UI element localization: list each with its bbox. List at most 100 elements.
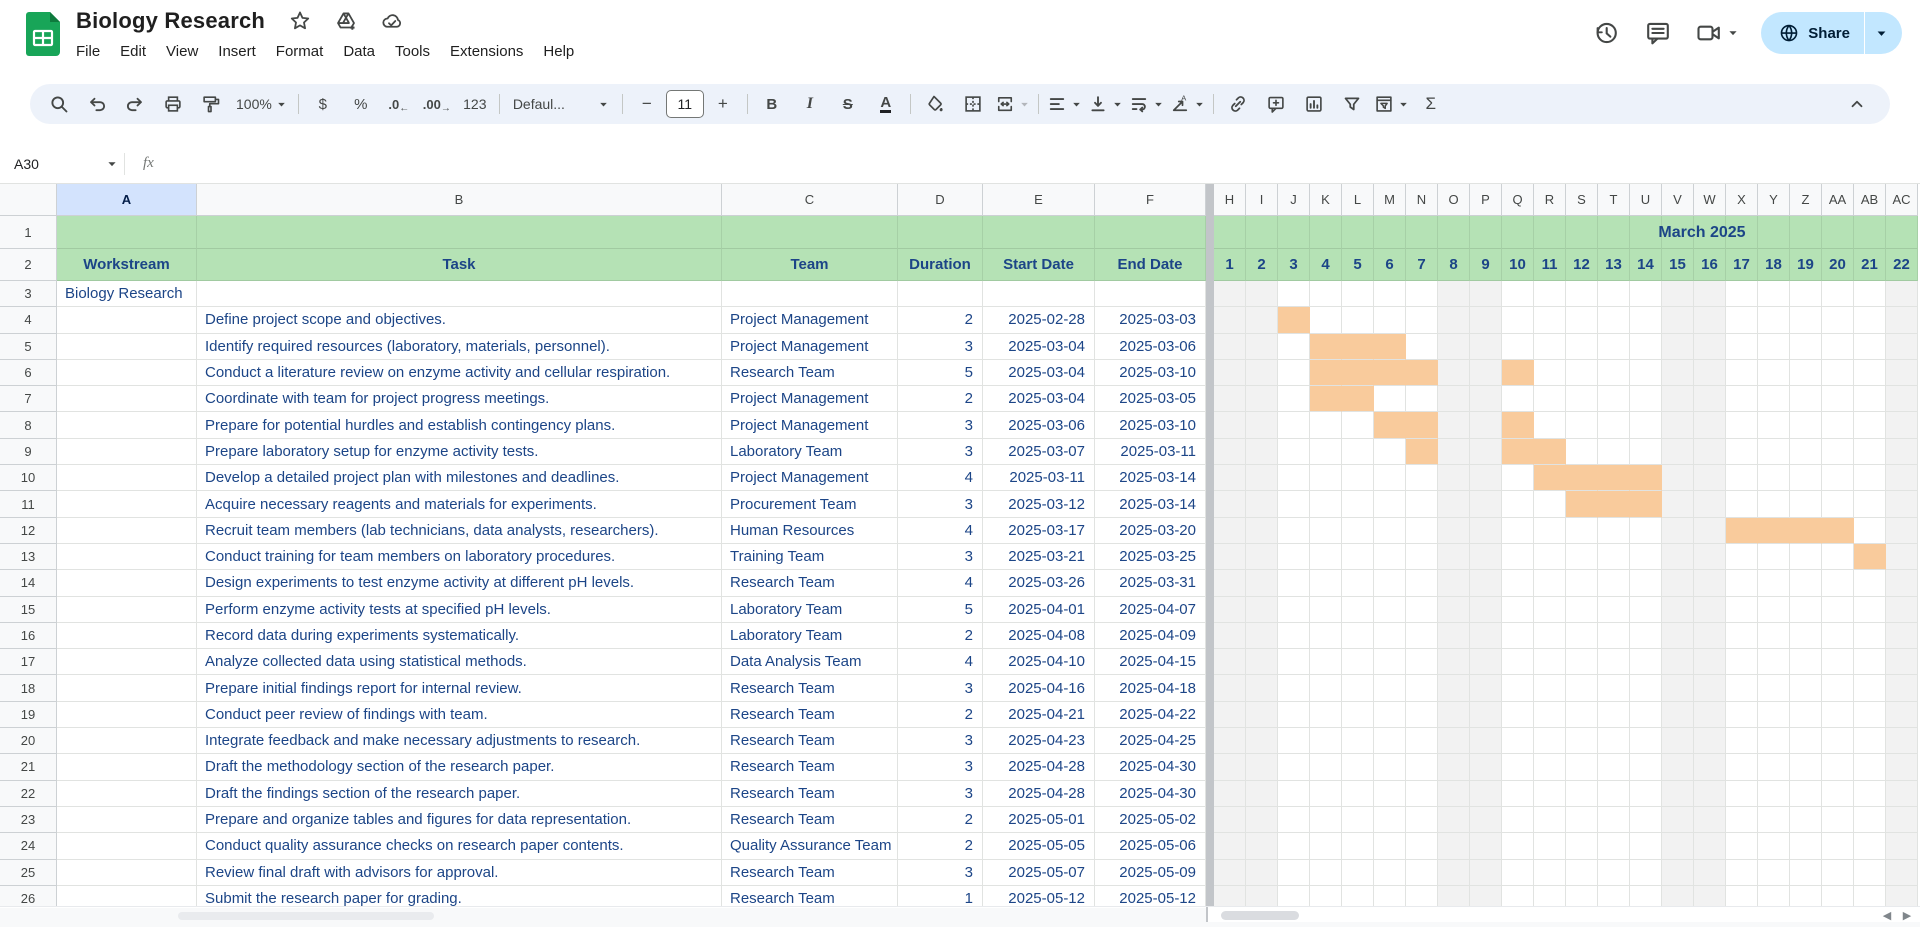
gantt-bar-cell[interactable] bbox=[1374, 412, 1406, 438]
duration-cell[interactable]: 3 bbox=[898, 675, 983, 701]
gantt-cell[interactable] bbox=[1854, 860, 1886, 886]
gantt-cell[interactable] bbox=[1438, 833, 1470, 859]
gantt-day-header[interactable]: 20 bbox=[1822, 249, 1854, 281]
gantt-bar-cell[interactable] bbox=[1374, 334, 1406, 360]
gantt-bar-cell[interactable] bbox=[1502, 412, 1534, 438]
gantt-cell[interactable] bbox=[1630, 754, 1662, 780]
gantt-day-header[interactable]: 22 bbox=[1886, 249, 1918, 281]
duration-cell[interactable]: 5 bbox=[898, 360, 983, 386]
gantt-cell[interactable] bbox=[1886, 307, 1918, 333]
duration-cell[interactable]: 3 bbox=[898, 412, 983, 438]
gantt-cell[interactable] bbox=[1758, 360, 1790, 386]
gantt-cell[interactable] bbox=[1886, 807, 1918, 833]
gantt-cell[interactable] bbox=[1758, 702, 1790, 728]
gantt-cell[interactable] bbox=[1438, 570, 1470, 596]
gantt-bar-cell[interactable] bbox=[1502, 439, 1534, 465]
gantt-cell[interactable] bbox=[1790, 675, 1822, 701]
gantt-cell[interactable] bbox=[1790, 597, 1822, 623]
gantt-cell[interactable] bbox=[1310, 412, 1342, 438]
gantt-cell[interactable] bbox=[1566, 675, 1598, 701]
gantt-day-header[interactable]: 15 bbox=[1662, 249, 1694, 281]
header-cell-start-date[interactable]: Start Date bbox=[983, 249, 1095, 281]
gantt-cell[interactable] bbox=[1246, 649, 1278, 675]
gantt-cell[interactable] bbox=[1886, 491, 1918, 517]
team-cell[interactable]: Research Team bbox=[722, 807, 898, 833]
month-band-cell[interactable] bbox=[1758, 216, 1790, 249]
gantt-cell[interactable] bbox=[1694, 754, 1726, 780]
gantt-cell[interactable] bbox=[1854, 465, 1886, 491]
gantt-bar-cell[interactable] bbox=[1534, 439, 1566, 465]
gantt-cell[interactable] bbox=[1278, 386, 1310, 412]
gantt-day-header[interactable]: 7 bbox=[1406, 249, 1438, 281]
column-header-V[interactable]: V bbox=[1662, 184, 1694, 216]
gantt-cell[interactable] bbox=[1278, 728, 1310, 754]
end-date-cell[interactable]: 2025-04-15 bbox=[1095, 649, 1206, 675]
gantt-cell[interactable] bbox=[1278, 675, 1310, 701]
gantt-cell[interactable] bbox=[1822, 728, 1854, 754]
gantt-cell[interactable] bbox=[1886, 570, 1918, 596]
gantt-cell[interactable] bbox=[1342, 754, 1374, 780]
gantt-cell[interactable] bbox=[1886, 360, 1918, 386]
increase-font-size-button[interactable]: + bbox=[704, 89, 742, 119]
fill-color-button[interactable] bbox=[916, 89, 954, 119]
gantt-cell[interactable] bbox=[1310, 570, 1342, 596]
task-cell[interactable]: Define project scope and objectives. bbox=[197, 307, 722, 333]
move-to-drive-icon[interactable] bbox=[335, 10, 357, 32]
gantt-cell[interactable] bbox=[1822, 307, 1854, 333]
gantt-cell[interactable] bbox=[1566, 570, 1598, 596]
end-date-cell[interactable]: 2025-05-12 bbox=[1095, 886, 1206, 906]
gantt-cell[interactable] bbox=[1758, 307, 1790, 333]
gantt-cell[interactable] bbox=[1822, 754, 1854, 780]
end-date-cell[interactable]: 2025-03-05 bbox=[1095, 386, 1206, 412]
gantt-cell[interactable] bbox=[1502, 833, 1534, 859]
gantt-cell[interactable] bbox=[1214, 702, 1246, 728]
gantt-cell[interactable] bbox=[1694, 281, 1726, 307]
team-cell[interactable]: Research Team bbox=[722, 860, 898, 886]
column-header-U[interactable]: U bbox=[1630, 184, 1662, 216]
team-cell[interactable]: Research Team bbox=[722, 702, 898, 728]
gantt-cell[interactable] bbox=[1726, 728, 1758, 754]
gantt-cell[interactable] bbox=[1790, 334, 1822, 360]
gantt-cell[interactable] bbox=[1438, 597, 1470, 623]
duration-cell[interactable]: 3 bbox=[898, 860, 983, 886]
month-band-cell[interactable] bbox=[722, 216, 898, 249]
gantt-cell[interactable] bbox=[1278, 439, 1310, 465]
gantt-cell[interactable] bbox=[1822, 491, 1854, 517]
gantt-cell[interactable] bbox=[1726, 781, 1758, 807]
task-cell[interactable]: Conduct training for team members on lab… bbox=[197, 544, 722, 570]
duration-cell[interactable]: 2 bbox=[898, 702, 983, 728]
gantt-cell[interactable] bbox=[1630, 833, 1662, 859]
gantt-day-header[interactable]: 17 bbox=[1726, 249, 1758, 281]
gantt-cell[interactable] bbox=[1438, 702, 1470, 728]
font-family-selector[interactable]: Defaul... bbox=[505, 89, 617, 119]
gantt-cell[interactable] bbox=[1374, 781, 1406, 807]
gantt-cell[interactable] bbox=[1598, 412, 1630, 438]
gantt-cell[interactable] bbox=[1214, 623, 1246, 649]
gantt-cell[interactable] bbox=[1566, 544, 1598, 570]
gantt-cell[interactable] bbox=[1598, 518, 1630, 544]
gantt-cell[interactable] bbox=[1310, 728, 1342, 754]
format-currency-button[interactable]: $ bbox=[304, 89, 342, 119]
gantt-cell[interactable] bbox=[1214, 833, 1246, 859]
gantt-day-header[interactable]: 19 bbox=[1790, 249, 1822, 281]
gantt-cell[interactable] bbox=[1342, 518, 1374, 544]
gantt-cell[interactable] bbox=[1438, 623, 1470, 649]
gantt-cell[interactable] bbox=[1758, 412, 1790, 438]
gantt-cell[interactable] bbox=[1662, 781, 1694, 807]
header-cell-task[interactable]: Task bbox=[197, 249, 722, 281]
gantt-bar-cell[interactable] bbox=[1310, 334, 1342, 360]
gantt-cell[interactable] bbox=[1438, 860, 1470, 886]
gantt-cell[interactable] bbox=[1758, 649, 1790, 675]
gantt-cell[interactable] bbox=[1822, 807, 1854, 833]
gantt-cell[interactable] bbox=[1470, 518, 1502, 544]
gantt-cell[interactable] bbox=[1406, 754, 1438, 780]
gantt-cell[interactable] bbox=[1822, 675, 1854, 701]
create-filter-button[interactable] bbox=[1333, 89, 1371, 119]
gantt-cell[interactable] bbox=[1438, 491, 1470, 517]
print-button[interactable] bbox=[154, 89, 192, 119]
gantt-cell[interactable] bbox=[1214, 728, 1246, 754]
format-percent-button[interactable]: % bbox=[342, 89, 380, 119]
gantt-cell[interactable] bbox=[1598, 439, 1630, 465]
column-header-Y[interactable]: Y bbox=[1758, 184, 1790, 216]
duration-cell[interactable]: 3 bbox=[898, 439, 983, 465]
